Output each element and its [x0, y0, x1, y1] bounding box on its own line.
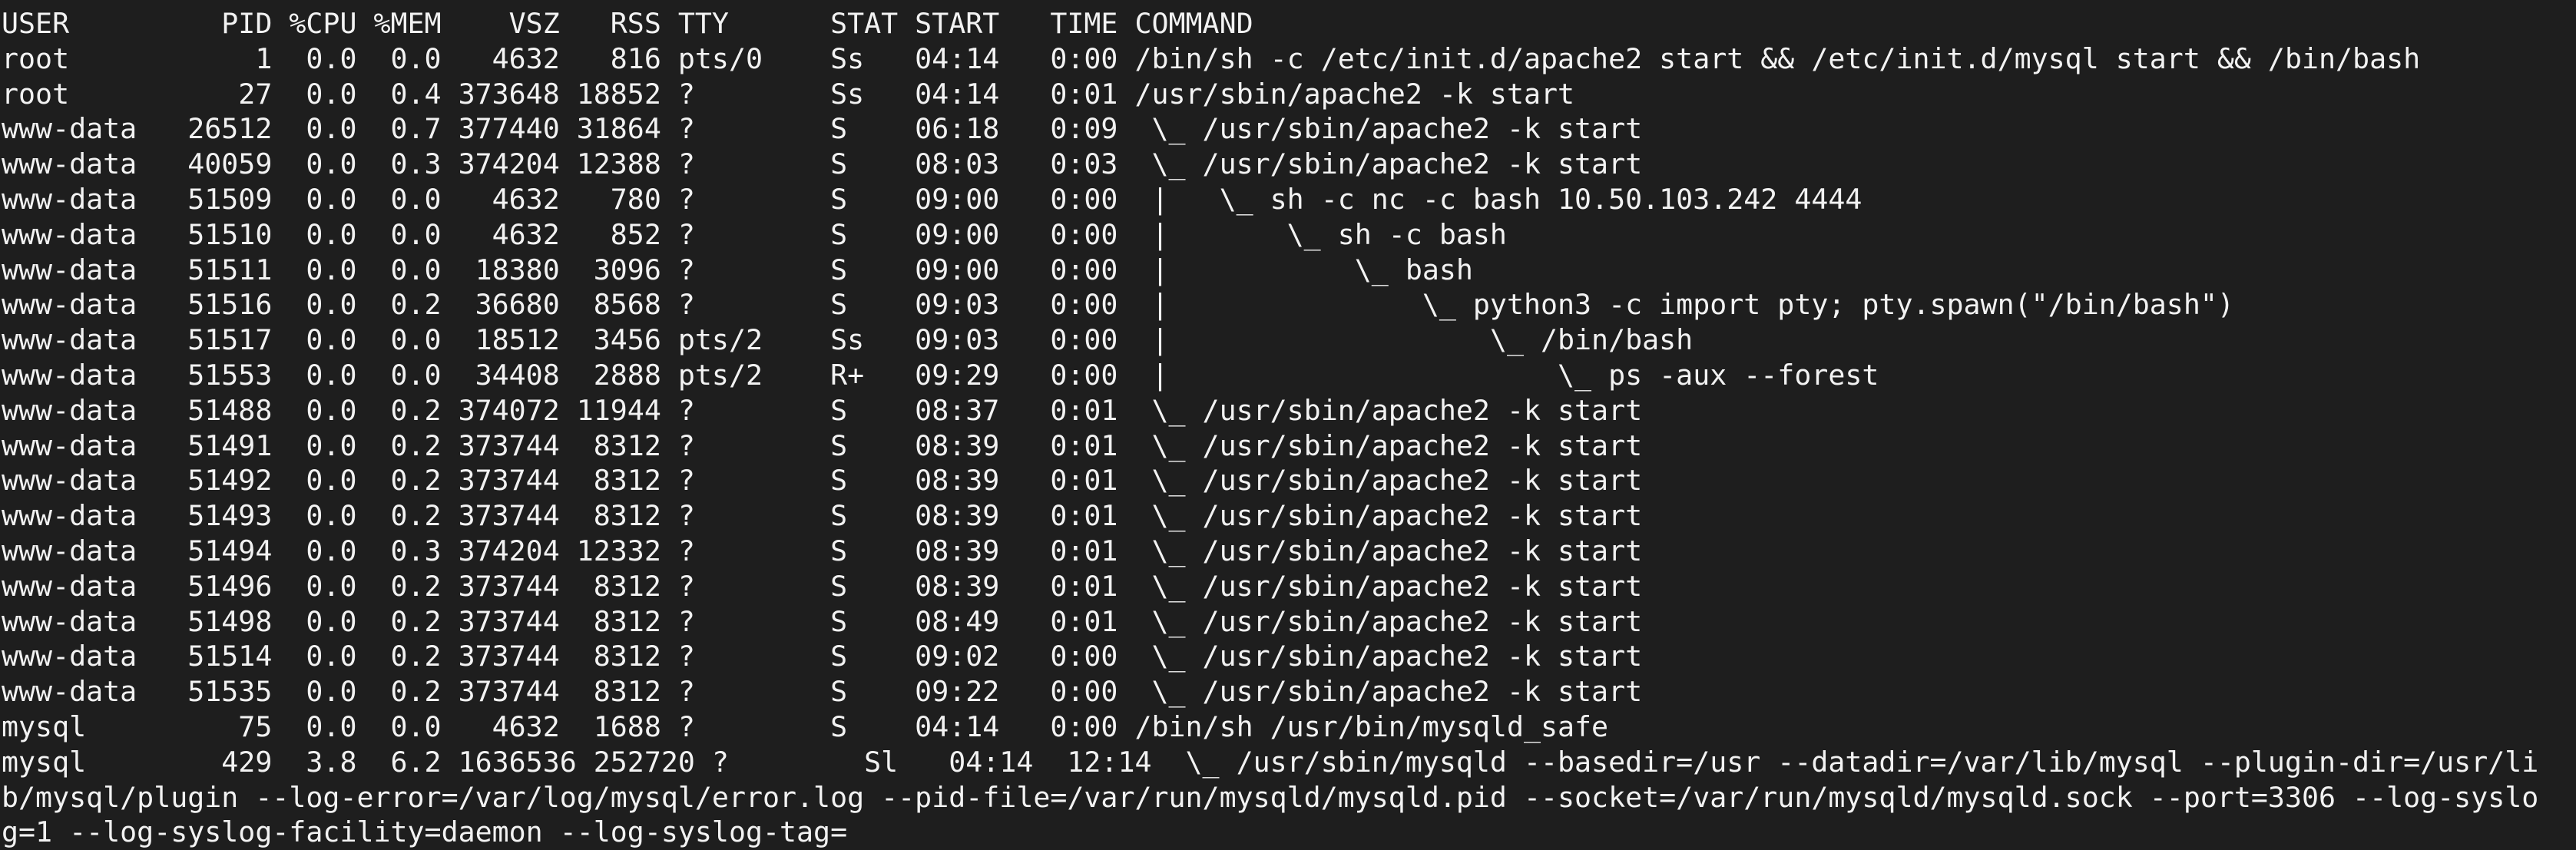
process-row: www-data 51494 0.0 0.3 374204 12332 ? S … — [2, 534, 1643, 567]
process-row: www-data 40059 0.0 0.3 374204 12388 ? S … — [2, 147, 1643, 181]
process-row: www-data 51510 0.0 0.0 4632 852 ? S 09:0… — [2, 217, 1507, 251]
process-row: www-data 51496 0.0 0.2 373744 8312 ? S 0… — [2, 569, 1643, 603]
process-row: www-data 51517 0.0 0.0 18512 3456 pts/2 … — [2, 323, 1694, 357]
ps-header: USER PID %CPU %MEM VSZ RSS TTY STAT STAR… — [2, 7, 1253, 40]
process-row: www-data 51491 0.0 0.2 373744 8312 ? S 0… — [2, 428, 1643, 462]
process-row: mysql 429 3.8 6.2 1636536 252720 ? Sl 04… — [2, 745, 2539, 849]
process-row: root 27 0.0 0.4 373648 18852 ? Ss 04:14 … — [2, 77, 1575, 111]
process-row: root 1 0.0 0.0 4632 816 pts/0 Ss 04:14 0… — [2, 41, 2421, 75]
process-row: mysql 75 0.0 0.0 4632 1688 ? S 04:14 0:0… — [2, 709, 1609, 743]
process-row: www-data 51553 0.0 0.0 34408 2888 pts/2 … — [2, 358, 1879, 392]
terminal-output[interactable]: USER PID %CPU %MEM VSZ RSS TTY STAT STAR… — [2, 6, 2538, 850]
process-row: www-data 51535 0.0 0.2 373744 8312 ? S 0… — [2, 675, 1643, 709]
process-row: www-data 51493 0.0 0.2 373744 8312 ? S 0… — [2, 499, 1643, 533]
process-row: www-data 51488 0.0 0.2 374072 11944 ? S … — [2, 393, 1643, 427]
process-row: www-data 51492 0.0 0.2 373744 8312 ? S 0… — [2, 464, 1643, 498]
process-list: root 1 0.0 0.0 4632 816 pts/0 Ss 04:14 0… — [2, 41, 2538, 850]
process-row: www-data 51511 0.0 0.0 18380 3096 ? S 09… — [2, 253, 1473, 286]
process-row: www-data 51516 0.0 0.2 36680 8568 ? S 09… — [2, 288, 2234, 322]
process-row: www-data 51514 0.0 0.2 373744 8312 ? S 0… — [2, 640, 1643, 673]
process-row: www-data 51509 0.0 0.0 4632 780 ? S 09:0… — [2, 182, 1862, 216]
process-row: www-data 26512 0.0 0.7 377440 31864 ? S … — [2, 112, 1643, 146]
process-row: www-data 51498 0.0 0.2 373744 8312 ? S 0… — [2, 604, 1643, 638]
